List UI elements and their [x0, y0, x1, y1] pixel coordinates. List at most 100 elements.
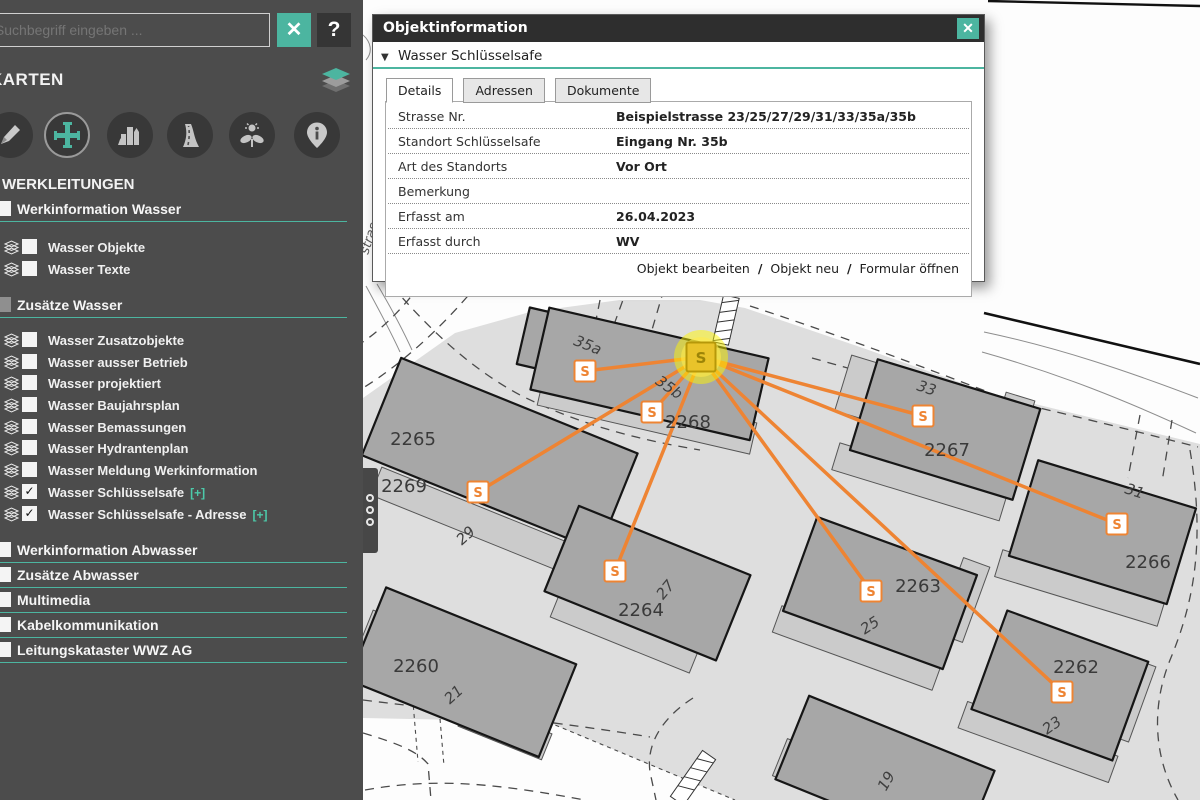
layer-glyph-icon [3, 397, 20, 414]
group-leitungskataster[interactable]: Leitungskataster WWZ AG [0, 640, 347, 663]
group-label: Kabelkommunikation [17, 617, 159, 633]
handle-dot-icon [366, 506, 374, 514]
checkbox-checked[interactable]: ✓ [22, 506, 37, 521]
checkbox[interactable] [22, 397, 37, 412]
layer-sidebar: ✕ ? KARTEN [0, 0, 363, 800]
selected-keysafe-marker[interactable]: S [674, 330, 728, 384]
checkbox[interactable] [0, 592, 11, 607]
field-row: Art des Standorts Vor Ort [388, 154, 969, 179]
layer-glyph-icon [3, 419, 20, 436]
layers-icon[interactable] [320, 66, 352, 94]
layer-item[interactable]: Wasser projektiert [0, 374, 347, 394]
expand-plus[interactable]: [+] [252, 508, 267, 522]
svg-text:2266: 2266 [1125, 552, 1171, 573]
checkbox[interactable] [22, 239, 37, 254]
group-label: Werkinformation Wasser [17, 201, 181, 217]
field-row: Strasse Nr. Beispielstrasse 23/25/27/29/… [388, 104, 969, 129]
field-row: Erfasst am 26.04.2023 [388, 204, 969, 229]
layer-label: Wasser Schlüsselsafe - Adresse[+] [48, 507, 267, 522]
layer-item[interactable]: ✓ Wasser Schlüsselsafe - Adresse[+] [0, 505, 347, 525]
group-zusaetze-wasser[interactable]: Zusätze Wasser [0, 295, 347, 318]
section-title: WERKLEITUNGEN [2, 176, 135, 193]
handle-dot-icon [366, 494, 374, 502]
svg-text:S: S [610, 565, 619, 580]
checkbox[interactable] [0, 567, 11, 582]
checkbox-checked[interactable]: ✓ [22, 484, 37, 499]
dialog-section-header[interactable]: ▼ Wasser Schlüsselsafe [373, 42, 984, 69]
group-werkinformation-abwasser[interactable]: Werkinformation Abwasser [0, 540, 347, 563]
expand-plus[interactable]: [+] [190, 486, 205, 500]
help-button[interactable]: ? [317, 13, 351, 47]
svg-text:2269: 2269 [381, 476, 427, 497]
checkbox[interactable] [0, 617, 11, 632]
sidebar-collapse-handle[interactable] [361, 468, 378, 553]
layer-item[interactable]: Wasser Hydrantenplan [0, 439, 347, 459]
field-value: Vor Ort [616, 154, 667, 178]
checkbox[interactable] [0, 297, 11, 312]
group-label: Zusätze Abwasser [17, 567, 139, 583]
pipes-icon[interactable] [44, 112, 90, 158]
section-label: Wasser Schlüsselsafe [398, 48, 542, 64]
layer-item[interactable]: Wasser Objekte [0, 238, 347, 258]
city-icon[interactable] [107, 112, 153, 158]
layer-glyph-icon [3, 440, 20, 457]
dialog-title: Objektinformation [383, 20, 528, 36]
layer-glyph-icon [3, 462, 20, 479]
checkbox[interactable] [22, 332, 37, 347]
field-row: Bemerkung [388, 179, 969, 204]
layer-label: Wasser Zusatzobjekte [48, 333, 184, 348]
layer-item[interactable]: Wasser Meldung Werkinformation [0, 461, 347, 481]
edit-icon[interactable] [0, 112, 33, 158]
tab-details[interactable]: Details [386, 78, 453, 103]
group-zusaetze-abwasser[interactable]: Zusätze Abwasser [0, 565, 347, 588]
layer-item[interactable]: Wasser Texte [0, 260, 347, 280]
dialog-close-button[interactable]: ✕ [957, 18, 979, 39]
checkbox[interactable] [22, 419, 37, 434]
tab-adressen[interactable]: Adressen [463, 78, 544, 103]
new-object-link[interactable]: Objekt neu [770, 261, 839, 276]
field-label: Strasse Nr. [388, 104, 616, 128]
layer-item[interactable]: Wasser Bemassungen [0, 418, 347, 438]
group-label: Leitungskataster WWZ AG [17, 642, 192, 658]
checkbox[interactable] [0, 542, 11, 557]
dialog-tabs: Details Adressen Dokumente [373, 69, 984, 102]
checkbox[interactable] [0, 642, 11, 657]
svg-text:S: S [696, 349, 707, 367]
search-input[interactable] [0, 13, 270, 47]
svg-text:2268: 2268 [665, 412, 711, 433]
info-pin-icon[interactable] [294, 112, 340, 158]
group-werkinformation-wasser[interactable]: Werkinformation Wasser [0, 199, 347, 222]
checkbox[interactable] [22, 440, 37, 455]
details-panel: Strasse Nr. Beispielstrasse 23/25/27/29/… [385, 101, 972, 297]
close-icon: ✕ [286, 19, 303, 41]
layer-item[interactable]: ✓ Wasser Schlüsselsafe[+] [0, 483, 347, 503]
layer-label: Wasser Schlüsselsafe[+] [48, 485, 205, 500]
layer-glyph-icon [3, 506, 20, 523]
group-kabelkommunikation[interactable]: Kabelkommunikation [0, 615, 347, 638]
layer-glyph-icon [3, 239, 20, 256]
layer-item[interactable]: Wasser Baujahrsplan [0, 396, 347, 416]
tab-dokumente[interactable]: Dokumente [555, 78, 651, 103]
layer-glyph-icon [3, 354, 20, 371]
checkbox[interactable] [22, 261, 37, 276]
checkbox[interactable] [0, 201, 11, 216]
svg-text:S: S [473, 486, 482, 501]
layer-label: Wasser Baujahrsplan [48, 398, 180, 413]
clear-search-button[interactable]: ✕ [277, 13, 311, 47]
open-form-link[interactable]: Formular öffnen [860, 261, 959, 276]
nature-icon[interactable] [229, 112, 275, 158]
layer-label: Wasser ausser Betrieb [48, 355, 188, 370]
dialog-titlebar[interactable]: Objektinformation ✕ [373, 15, 984, 42]
layer-item[interactable]: Wasser ausser Betrieb [0, 353, 347, 373]
svg-text:2262: 2262 [1053, 657, 1099, 678]
layer-item[interactable]: Wasser Zusatzobjekte [0, 331, 347, 351]
edit-object-link[interactable]: Objekt bearbeiten [637, 261, 750, 276]
checkbox[interactable] [22, 375, 37, 390]
road-icon[interactable] [167, 112, 213, 158]
svg-text:S: S [918, 410, 927, 425]
layer-label: Wasser Objekte [48, 240, 145, 255]
layer-label: Wasser Texte [48, 262, 130, 277]
checkbox[interactable] [22, 462, 37, 477]
group-multimedia[interactable]: Multimedia [0, 590, 347, 613]
checkbox[interactable] [22, 354, 37, 369]
